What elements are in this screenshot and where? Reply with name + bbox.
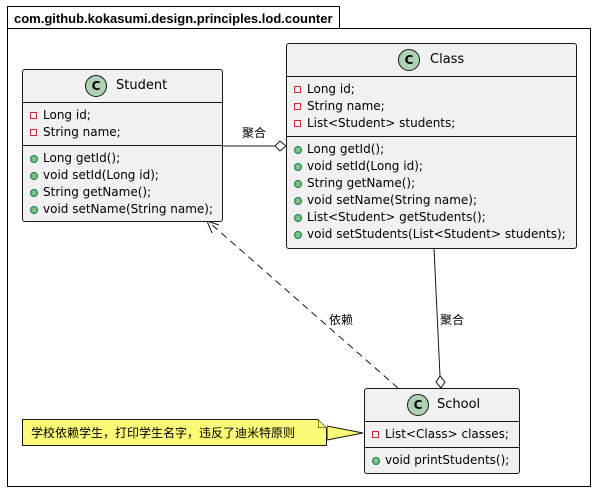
method-text: Long getId();	[307, 142, 385, 156]
public-icon	[372, 456, 380, 465]
field-row: Long id;	[294, 81, 570, 98]
relation-label-school-student: 依赖	[329, 313, 354, 327]
class-class-header: C Class	[287, 44, 576, 77]
field-row: List<Student> students;	[294, 115, 570, 132]
method-row: void setId(Long id);	[294, 158, 570, 175]
aggregation-diamond-class	[274, 140, 287, 152]
public-icon	[30, 205, 38, 214]
class-student-fields: Long id; String name;	[23, 103, 222, 145]
method-text: List<Student> getStudents();	[307, 210, 486, 224]
class-class[interactable]: C Class Long id; String name; List<Stude…	[286, 43, 577, 249]
private-icon	[294, 120, 301, 127]
public-icon	[294, 179, 302, 188]
field-text: String name;	[43, 125, 121, 139]
class-class-fields: Long id; String name; List<Student> stud…	[287, 77, 576, 136]
class-school-fields: List<Class> classes;	[365, 422, 519, 447]
public-icon	[294, 230, 302, 239]
method-text: void setName(String name);	[43, 202, 214, 216]
class-school-name: School	[437, 397, 481, 412]
private-icon	[294, 86, 301, 93]
private-icon	[372, 431, 379, 438]
field-row: Long id;	[30, 107, 216, 124]
class-student-name: Student	[116, 78, 168, 93]
method-text: void setStudents(List<Student> students)…	[307, 227, 566, 241]
method-row: List<Student> getStudents();	[294, 209, 570, 226]
method-text: void printStudents();	[385, 453, 510, 467]
method-row: void setName(String name);	[294, 192, 570, 209]
private-icon	[30, 129, 37, 136]
method-row: void setStudents(List<Student> students)…	[294, 226, 570, 243]
public-icon	[294, 213, 302, 222]
private-icon	[294, 103, 301, 110]
public-icon	[30, 188, 38, 197]
note: 学校依赖学生，打印学生名字，违反了迪米特原则	[22, 419, 327, 446]
method-text: String getName();	[307, 176, 416, 190]
class-student-header: C Student	[23, 70, 222, 103]
relation-label-class-school: 聚合	[440, 313, 465, 327]
method-row: Long getId();	[294, 141, 570, 158]
method-row: void printStudents();	[372, 452, 513, 469]
class-badge-icon: C	[85, 75, 107, 97]
private-icon	[30, 112, 37, 119]
public-icon	[294, 162, 302, 171]
class-school-header: C School	[365, 389, 519, 422]
note-text: 学校依赖学生，打印学生名字，违反了迪米特原则	[31, 426, 296, 440]
class-class-methods: Long getId(); void setId(Long id); Strin…	[287, 136, 576, 247]
dependency-arrowhead-student	[206, 220, 220, 234]
field-text: List<Student> students;	[307, 116, 456, 130]
field-row: List<Class> classes;	[372, 426, 513, 443]
method-row: Long getId();	[30, 150, 216, 167]
field-row: String name;	[30, 124, 216, 141]
class-class-name: Class	[430, 52, 465, 67]
field-text: List<Class> classes;	[385, 427, 509, 441]
public-icon	[30, 154, 38, 163]
method-row: void setName(String name);	[30, 201, 216, 218]
method-text: void setName(String name);	[307, 193, 478, 207]
class-school-methods: void printStudents();	[365, 447, 519, 473]
class-badge-icon: C	[398, 49, 420, 71]
field-text: String name;	[307, 99, 385, 113]
note-connector	[326, 425, 364, 441]
class-student[interactable]: C Student Long id; String name; Long get…	[22, 69, 223, 222]
method-text: void setId(Long id);	[43, 168, 159, 182]
class-school[interactable]: C School List<Class> classes; void print…	[364, 388, 520, 474]
public-icon	[294, 196, 302, 205]
field-text: Long id;	[43, 108, 91, 122]
relation-label-student-class: 聚合	[242, 126, 267, 140]
method-text: String getName();	[43, 185, 152, 199]
method-row: String getName();	[30, 184, 216, 201]
field-row: String name;	[294, 98, 570, 115]
aggregation-diamond-school	[435, 375, 446, 389]
method-row: void setId(Long id);	[30, 167, 216, 184]
field-text: Long id;	[307, 82, 355, 96]
method-text: void setId(Long id);	[307, 159, 423, 173]
method-row: String getName();	[294, 175, 570, 192]
class-student-methods: Long getId(); void setId(Long id); Strin…	[23, 145, 222, 222]
method-text: Long getId();	[43, 151, 121, 165]
public-icon	[294, 145, 302, 154]
class-badge-icon: C	[407, 394, 429, 416]
public-icon	[30, 171, 38, 180]
note-fold-icon	[318, 419, 327, 428]
